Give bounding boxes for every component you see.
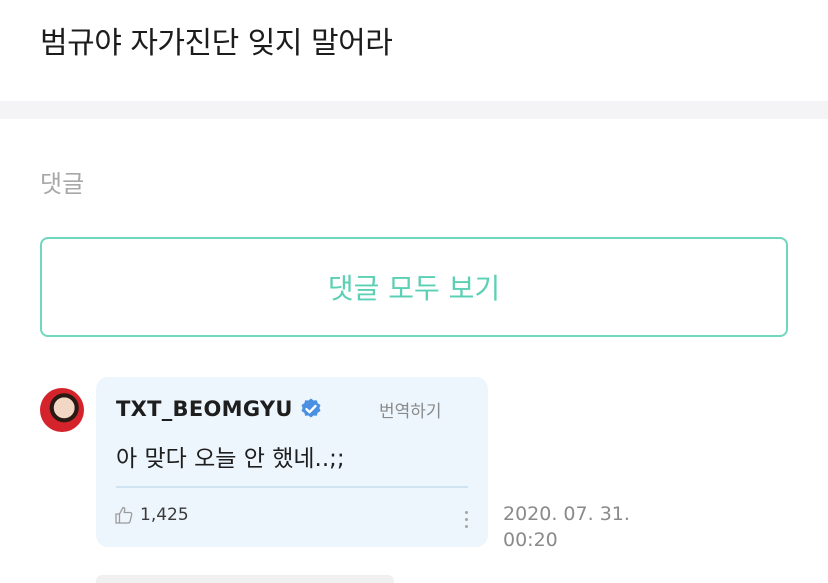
comment-author[interactable]: TXT_BEOMGYU — [116, 397, 323, 421]
comment-time: 00:20 — [503, 529, 558, 551]
avatar[interactable] — [40, 388, 84, 432]
comment-timestamp: 2020. 07. 31. 00:20 — [503, 501, 643, 553]
comment-date: 2020. 07. 31. — [503, 503, 630, 525]
verified-badge-icon — [301, 398, 321, 418]
view-all-comments-button[interactable]: 댓글 모두 보기 — [40, 237, 788, 337]
comment-divider — [116, 486, 468, 488]
thumbs-up-icon — [115, 506, 133, 524]
comment-author-name: TXT_BEOMGYU — [116, 397, 293, 421]
translate-button[interactable]: 번역하기 — [379, 397, 442, 422]
view-all-comments-label: 댓글 모두 보기 — [327, 272, 501, 305]
post-title: 범규야 자가진단 잊지 말어라 — [40, 26, 393, 61]
like-button[interactable]: 1,425 — [114, 505, 189, 525]
comment-text: 아 맞다 오늘 안 했네..;; — [116, 446, 345, 472]
like-count: 1,425 — [140, 505, 189, 525]
more-options-icon[interactable] — [464, 511, 468, 529]
comments-section-label: 댓글 — [40, 170, 85, 198]
next-comment-peek — [96, 575, 394, 583]
section-divider — [0, 101, 828, 119]
comment-bubble: TXT_BEOMGYU 번역하기 아 맞다 오늘 안 했네..;; 1,425 — [96, 377, 488, 547]
